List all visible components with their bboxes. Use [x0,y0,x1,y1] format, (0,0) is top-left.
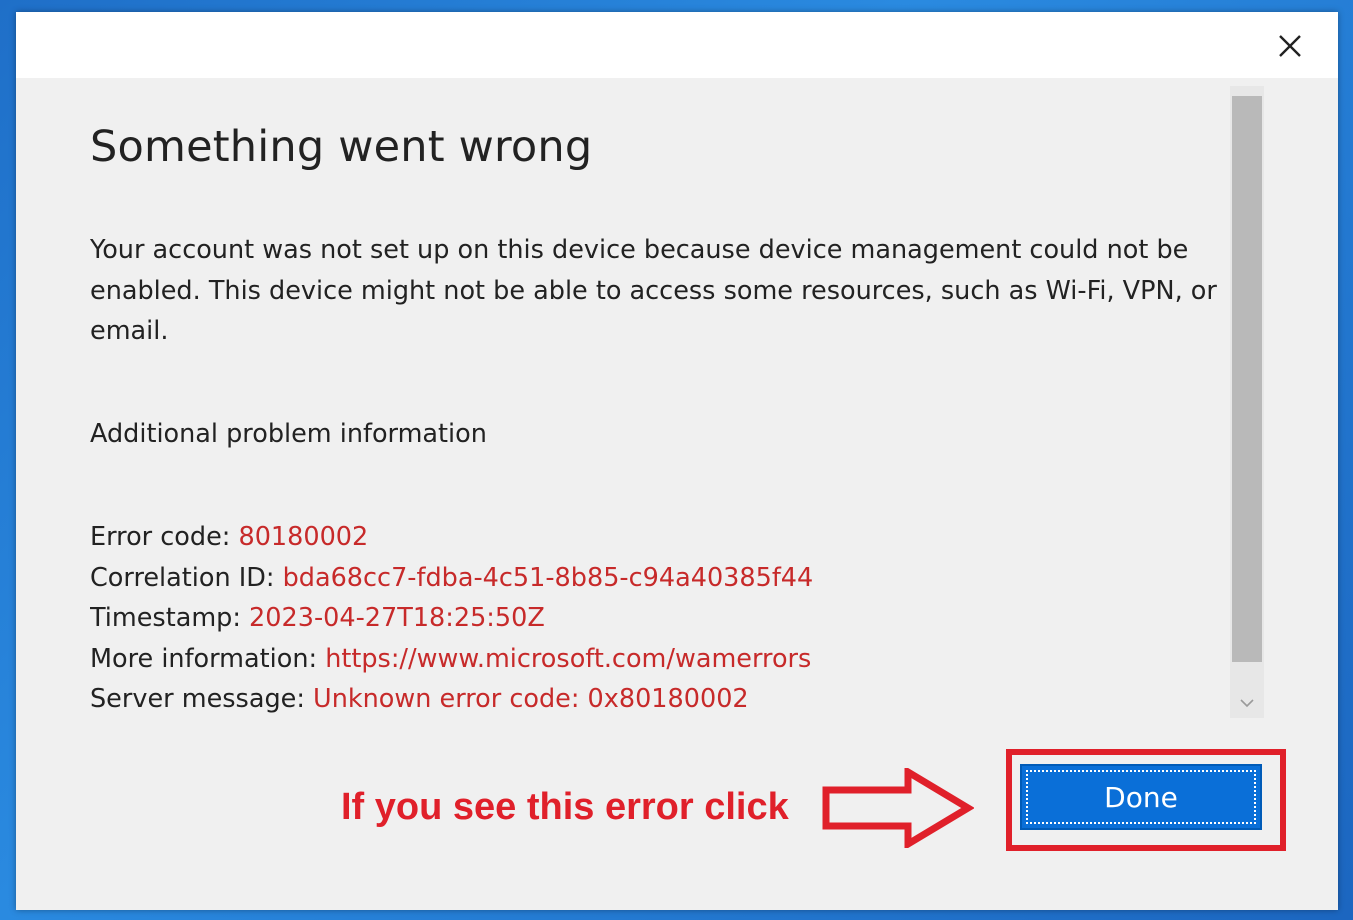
scroll-down-button[interactable] [1230,688,1264,718]
more-info-row: More information: https://www.microsoft.… [90,639,813,680]
server-message-value: Unknown error code: 0x80180002 [313,684,749,714]
close-icon [1279,35,1301,57]
dialog-title: Something went wrong [90,122,593,172]
error-code-value: 80180002 [238,522,369,552]
correlation-id-label: Correlation ID: [90,562,283,593]
more-info-link[interactable]: https://www.microsoft.com/wamerrors [325,644,811,674]
chevron-down-icon [1240,699,1254,708]
additional-info-heading: Additional problem information [90,419,487,449]
server-message-row: Server message: Unknown error code: 0x80… [90,679,813,720]
done-button[interactable]: Done [1020,764,1262,830]
right-arrow-icon [822,768,974,848]
scrollbar-thumb[interactable] [1232,96,1262,662]
timestamp-row: Timestamp: 2023-04-27T18:25:50Z [90,598,813,639]
error-code-row: Error code: 80180002 [90,517,813,558]
done-button-label: Done [1104,780,1178,814]
server-message-label: Server message: [90,684,314,714]
more-info-label: More information: [90,643,326,674]
error-details: Error code: 80180002 Correlation ID: bda… [90,517,813,720]
error-dialog: Something went wrong Your account was no… [16,12,1338,910]
timestamp-label: Timestamp: [90,603,250,633]
vertical-scrollbar[interactable] [1230,86,1264,718]
correlation-id-row: Correlation ID: bda68cc7-fdba-4c51-8b85-… [90,558,813,599]
timestamp-value: 2023-04-27T18:25:50Z [249,603,545,633]
dialog-content: Something went wrong Your account was no… [90,78,1230,728]
error-message: Your account was not set up on this devi… [90,235,1217,346]
title-bar [16,12,1338,78]
error-code-label: Error code: [90,522,239,552]
annotation-text: If you see this error click [341,786,789,828]
correlation-id-value: bda68cc7-fdba-4c51-8b85-c94a40385f44 [282,562,814,593]
close-button[interactable] [1270,26,1310,66]
